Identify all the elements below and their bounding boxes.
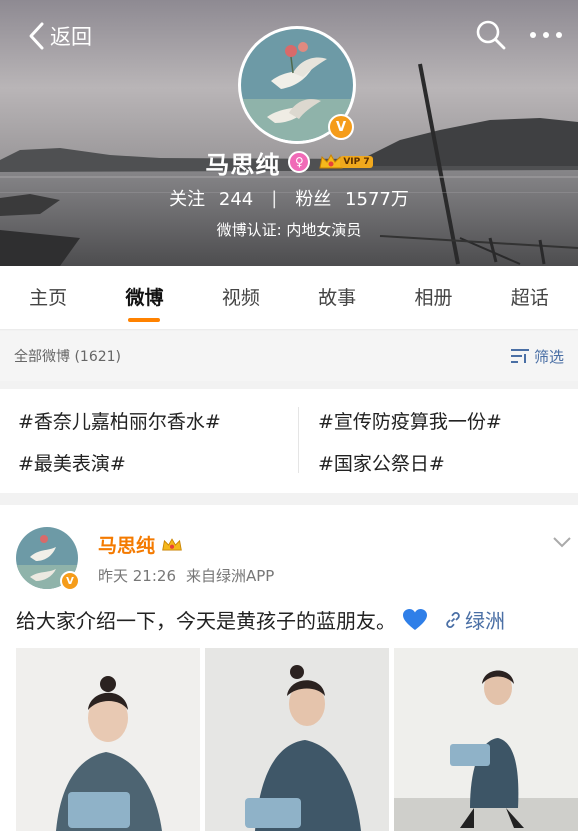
topic-national-memorial-day[interactable]: #国家公祭日# — [318, 449, 445, 476]
topic-best-performance[interactable]: #最美表演# — [18, 449, 126, 476]
post-meta: 昨天 21:26 来自绿洲APP — [98, 565, 274, 586]
post-author-row: 马思纯 — [98, 531, 183, 558]
topic-divider — [298, 407, 299, 473]
back-label: 返回 — [50, 25, 92, 49]
follow-stats: 关注 244 | 粉丝 1577万 — [0, 185, 578, 211]
vip-level-label: VIP 7 — [340, 156, 373, 168]
tab-home[interactable]: 主页 — [0, 266, 96, 330]
followers-label: 粉丝 — [295, 189, 332, 210]
following-count: 244 — [218, 189, 254, 210]
filter-bar: 全部微博 (1621) 筛选 — [0, 331, 578, 381]
profile-name: 马思纯 — [205, 150, 281, 179]
crown-icon — [162, 537, 182, 550]
filter-icon — [510, 349, 529, 363]
post-source: 来自绿洲APP — [186, 567, 275, 585]
profile-name-row: 马思纯 ♀ VIP 7 — [0, 146, 578, 179]
oasis-link[interactable]: 绿洲 — [444, 605, 505, 634]
weibo-post: V 马思纯 昨天 21:26 来自绿洲APP 给大家介绍一下，今天是黄孩子的蓝朋… — [0, 505, 578, 831]
tab-weibo[interactable]: 微博 — [96, 266, 192, 330]
post-photo-grid — [16, 648, 578, 831]
blue-heart-icon — [403, 608, 427, 630]
post-text: 给大家介绍一下，今天是黄孩子的蓝朋友。 绿洲 — [16, 605, 505, 634]
topic-chanel-gabrielle[interactable]: #香奈儿嘉柏丽尔香水# — [18, 407, 221, 434]
profile-avatar[interactable]: V — [238, 26, 356, 144]
female-icon: ♀ — [288, 151, 311, 173]
tab-supertopic[interactable]: 超话 — [482, 266, 578, 330]
vip-badge[interactable]: VIP 7 — [318, 152, 373, 172]
more-dots-icon[interactable] — [528, 22, 564, 48]
followers-count: 1577万 — [345, 189, 409, 210]
topic-epidemic-prevention[interactable]: #宣传防疫算我一份# — [318, 407, 502, 434]
post-photo-3[interactable] — [394, 648, 578, 831]
followers-stat[interactable]: 粉丝 1577万 — [295, 185, 409, 211]
post-time: 昨天 21:26 — [98, 567, 176, 585]
oasis-link-label: 绿洲 — [465, 609, 505, 633]
tab-video[interactable]: 视频 — [193, 266, 289, 330]
following-label: 关注 — [169, 189, 206, 210]
profile-cover: 返回 V 马思纯 ♀ VIP 7 关注 244 | 粉丝 1577万 微博认证:… — [0, 0, 578, 266]
post-author-name[interactable]: 马思纯 — [98, 531, 155, 558]
search-icon[interactable] — [474, 18, 508, 52]
filter-button[interactable]: 筛选 — [510, 346, 564, 367]
chevron-down-icon[interactable] — [552, 535, 572, 549]
back-button[interactable]: 返回 — [26, 18, 92, 54]
following-stat[interactable]: 关注 244 — [169, 185, 253, 211]
post-verified-badge-icon: V — [60, 571, 80, 591]
all-posts-count: 全部微博 (1621) — [14, 349, 122, 365]
filter-label: 筛选 — [533, 347, 564, 366]
tab-album[interactable]: 相册 — [385, 266, 481, 330]
verification-text: 微博认证: 内地女演员 — [216, 221, 362, 239]
stats-separator: | — [271, 187, 278, 209]
chevron-left-icon — [29, 22, 44, 50]
topic-list: #香奈儿嘉柏丽尔香水# #宣传防疫算我一份# #最美表演# #国家公祭日# — [0, 389, 578, 493]
link-icon — [446, 611, 460, 628]
tab-story[interactable]: 故事 — [289, 266, 385, 330]
verified-badge-icon: V — [328, 114, 354, 140]
post-photo-1[interactable] — [16, 648, 200, 831]
post-body: 给大家介绍一下，今天是黄孩子的蓝朋友。 — [16, 609, 396, 633]
post-photo-2[interactable] — [205, 648, 389, 831]
profile-tabs: 主页 微博 视频 故事 相册 超话 — [0, 266, 578, 330]
